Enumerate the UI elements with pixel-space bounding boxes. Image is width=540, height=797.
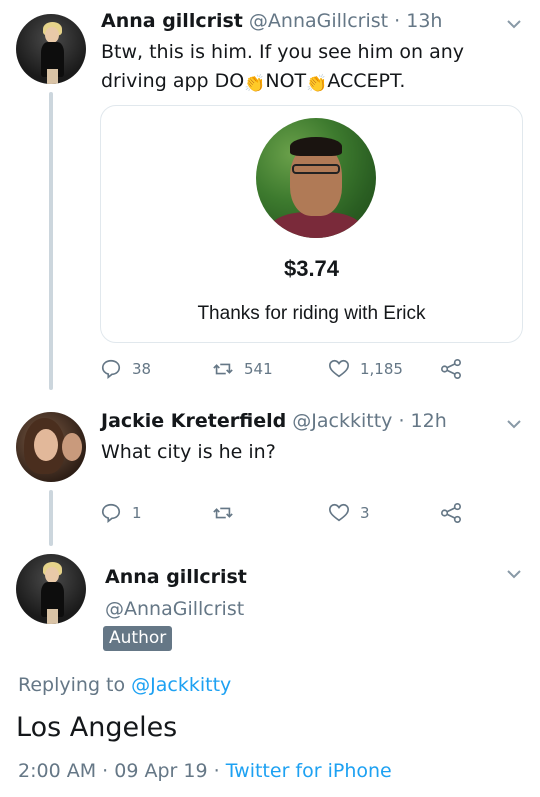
share-icon <box>441 359 461 379</box>
avatar[interactable] <box>16 412 86 482</box>
avatar[interactable] <box>16 14 86 84</box>
author-name[interactable]: Jackie Kreterfield <box>101 410 286 432</box>
share-icon <box>441 503 461 523</box>
thanks-message: Thanks for riding with Erick <box>197 303 426 324</box>
tweet-actions: 38 541 1,185 <box>100 358 520 382</box>
clapping-hands-icon: 👏 <box>244 74 266 94</box>
share-button[interactable] <box>440 502 462 524</box>
driver-photo <box>256 118 376 238</box>
retweet-button[interactable]: 541 <box>212 358 273 380</box>
timestamp[interactable]: 13h <box>406 10 442 32</box>
replying-prefix: Replying to <box>18 674 126 696</box>
chevron-down-icon[interactable] <box>506 416 522 432</box>
tweet-text-line: Btw, this is him. If you see him on any <box>101 41 465 63</box>
author-name[interactable]: Anna gillcrist <box>105 566 247 588</box>
tweet-text: Los Angeles <box>16 712 178 743</box>
heart-icon <box>329 503 349 522</box>
like-button[interactable]: 3 <box>328 502 370 524</box>
separator: · <box>102 760 109 782</box>
tweet-actions: 1 3 <box>100 502 520 526</box>
separator: · <box>394 10 401 32</box>
chevron-down-icon[interactable] <box>506 566 522 582</box>
tweet-header: Jackie Kreterfield @Jackkitty · 12h <box>101 410 447 432</box>
tweet-text: Btw, this is him. If you see him on any … <box>101 38 464 99</box>
mention-link[interactable]: @Jackkitty <box>131 674 231 696</box>
text-fragment: driving app DO <box>101 70 245 92</box>
author-handle[interactable]: @AnnaGillcrist <box>105 598 244 620</box>
heart-icon <box>329 359 349 378</box>
timestamp[interactable]: 12h <box>411 410 447 432</box>
author-handle[interactable]: @Jackkitty <box>292 410 392 432</box>
retweet-icon <box>213 507 233 519</box>
separator: · <box>213 760 220 782</box>
tweet-time: 2:00 AM <box>18 760 97 782</box>
tweet-date: 09 Apr 19 <box>114 760 208 782</box>
tweet-text: What city is he in? <box>101 441 276 463</box>
author-handle[interactable]: @AnnaGillcrist <box>249 10 388 32</box>
author-badge: Author <box>103 626 173 651</box>
payment-card[interactable]: $3.74 Thanks for riding with Erick <box>100 105 523 343</box>
like-button[interactable]: 1,185 <box>328 358 403 380</box>
like-count: 1,185 <box>360 360 403 378</box>
clapping-hands-icon: 👏 <box>306 74 328 94</box>
reply-icon <box>101 503 121 523</box>
share-button[interactable] <box>440 358 462 380</box>
thread-line <box>49 92 53 390</box>
reply-button[interactable]: 1 <box>100 502 142 524</box>
retweet-icon <box>213 363 233 375</box>
thread-line <box>49 490 53 546</box>
reply-count: 1 <box>132 504 142 522</box>
reply-count: 38 <box>132 360 152 378</box>
fare-amount: $3.74 <box>283 256 340 281</box>
replying-to: Replying to @Jackkitty <box>18 674 231 696</box>
like-count: 3 <box>360 504 370 522</box>
tweet-source-link[interactable]: Twitter for iPhone <box>226 760 392 782</box>
reply-icon <box>101 359 121 379</box>
text-fragment: NOT <box>265 70 307 92</box>
author-name[interactable]: Anna gillcrist <box>101 10 243 32</box>
tweet-text-line: driving app DO👏NOT👏ACCEPT. <box>101 67 464 99</box>
avatar[interactable] <box>16 554 86 624</box>
retweet-button[interactable] <box>212 502 244 524</box>
tweet-header: Anna gillcrist @AnnaGillcrist · 13h <box>101 10 442 32</box>
retweet-count: 541 <box>244 360 273 378</box>
chevron-down-icon[interactable] <box>506 16 522 32</box>
separator: · <box>398 410 405 432</box>
reply-button[interactable]: 38 <box>100 358 151 380</box>
text-fragment: ACCEPT. <box>327 70 406 92</box>
tweet-meta: 2:00 AM · 09 Apr 19 · Twitter for iPhone <box>18 760 392 782</box>
